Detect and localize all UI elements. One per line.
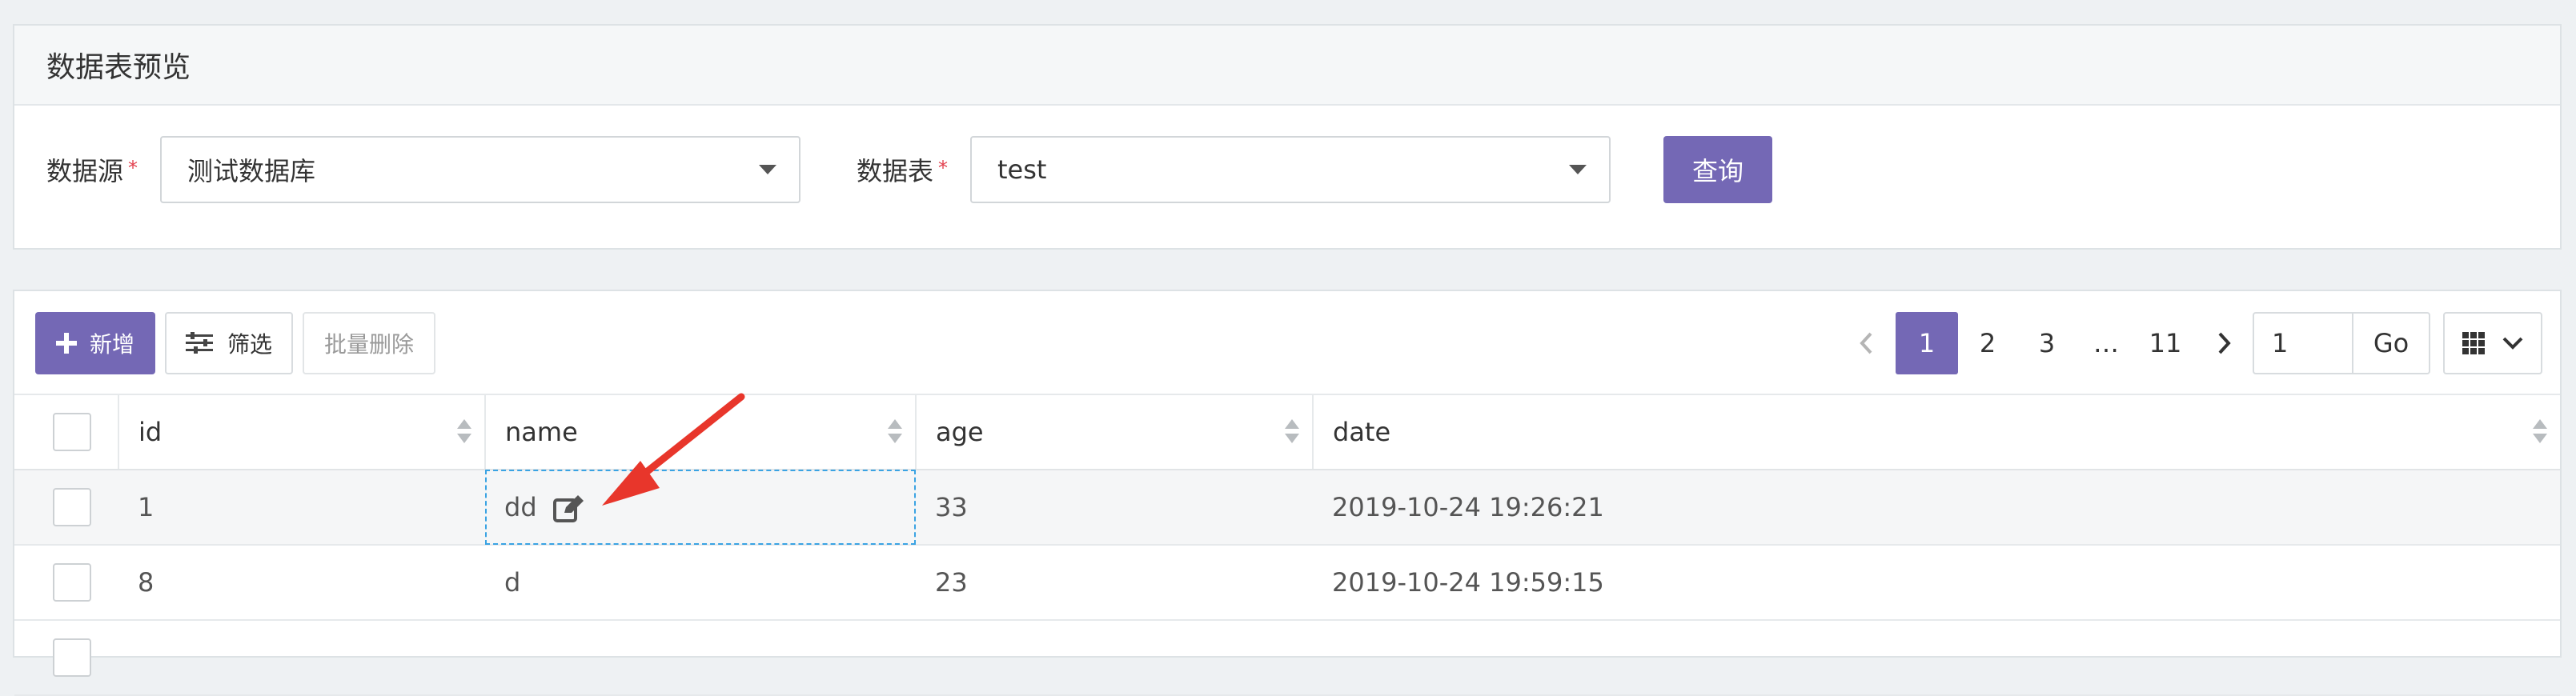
batch-delete-button[interactable]: 批量删除 xyxy=(303,312,435,374)
row-checkbox[interactable] xyxy=(53,638,91,677)
cell-name[interactable]: d xyxy=(485,545,916,621)
panel-title: 数据表预览 xyxy=(14,26,2560,106)
query-panel: 数据表预览 数据源 * 测试数据库 数据表 * test 查询 xyxy=(13,24,2562,250)
table-select[interactable]: test xyxy=(970,136,1611,203)
page-jump-input[interactable]: 1 xyxy=(2254,314,2353,373)
row-select-cell xyxy=(14,545,118,621)
row-select-cell xyxy=(14,470,118,546)
table-label: 数据表 * xyxy=(857,156,949,186)
filter-button[interactable]: 筛选 xyxy=(165,312,293,374)
sort-icon[interactable] xyxy=(457,419,473,448)
table-row[interactable]: 1 dd 33 2019-10-24 19:26:21 xyxy=(14,470,2560,546)
toolbar: 新增 筛选 批量删除 1 2 3 … 11 1 Go xyxy=(14,312,2560,374)
chevron-down-icon xyxy=(759,165,776,174)
query-button[interactable]: 查询 xyxy=(1663,136,1772,203)
column-toggle-button[interactable] xyxy=(2443,312,2542,374)
cell-date: 2019-10-24 19:59:15 xyxy=(1313,545,2560,621)
table-row-partial xyxy=(14,620,2560,696)
datasource-select-value: 测试数据库 xyxy=(187,156,316,186)
page-2-button[interactable]: 2 xyxy=(1958,312,2017,374)
chevron-down-icon xyxy=(1569,165,1587,174)
page-1-button[interactable]: 1 xyxy=(1896,312,1958,374)
required-mark: * xyxy=(128,157,138,179)
page-ellipsis: … xyxy=(2093,328,2119,358)
cell-id: 8 xyxy=(118,545,485,621)
sort-icon[interactable] xyxy=(1285,419,1301,448)
sort-icon[interactable] xyxy=(888,419,904,448)
column-header-name[interactable]: name xyxy=(485,394,917,470)
plus-icon xyxy=(55,333,77,354)
grid-icon xyxy=(2462,332,2485,354)
edit-icon[interactable] xyxy=(552,495,584,522)
page-11-button[interactable]: 11 xyxy=(2136,312,2195,374)
column-header-id[interactable]: id xyxy=(118,394,486,470)
datasource-select[interactable]: 测试数据库 xyxy=(160,136,800,203)
sort-icon[interactable] xyxy=(2533,419,2549,448)
table-select-value: test xyxy=(997,154,1047,185)
cell-id: 1 xyxy=(118,470,485,546)
row-checkbox[interactable] xyxy=(53,563,91,602)
query-form: 数据源 * 测试数据库 数据表 * test 查询 xyxy=(14,134,2560,205)
data-table-panel: 新增 筛选 批量删除 1 2 3 … 11 1 Go id name age d… xyxy=(13,290,2562,696)
chevron-down-icon xyxy=(2502,337,2523,350)
cell-age: 23 xyxy=(916,545,1313,621)
required-mark: * xyxy=(938,157,949,179)
add-button[interactable]: 新增 xyxy=(35,312,155,374)
column-header-date[interactable]: date xyxy=(1313,394,2560,470)
sliders-icon xyxy=(185,332,213,354)
select-all-checkbox[interactable] xyxy=(53,413,91,451)
chevron-left-icon xyxy=(1860,332,1872,354)
cell-date: 2019-10-24 19:26:21 xyxy=(1313,470,2560,546)
cell-name-editable[interactable]: dd xyxy=(485,470,916,546)
page-jump: 1 Go xyxy=(2253,312,2430,374)
column-header-age[interactable]: age xyxy=(916,394,1314,470)
prev-page-button[interactable] xyxy=(1836,312,1896,374)
page-3-button[interactable]: 3 xyxy=(2017,312,2076,374)
go-button[interactable]: Go xyxy=(2353,328,2429,358)
table-header-row: id name age date xyxy=(14,394,2560,470)
cell-age: 33 xyxy=(916,470,1313,546)
row-select-cell xyxy=(14,620,118,696)
chevron-right-icon xyxy=(2218,332,2231,354)
next-page-button[interactable] xyxy=(2195,312,2254,374)
table-row[interactable]: 8 d 23 2019-10-24 19:59:15 xyxy=(14,545,2560,621)
row-checkbox[interactable] xyxy=(53,488,91,526)
datasource-label: 数据源 * xyxy=(46,156,138,186)
select-all-cell xyxy=(14,394,119,470)
data-table: id name age date 1 dd 33 2019-10-24 19:2… xyxy=(14,394,2560,696)
